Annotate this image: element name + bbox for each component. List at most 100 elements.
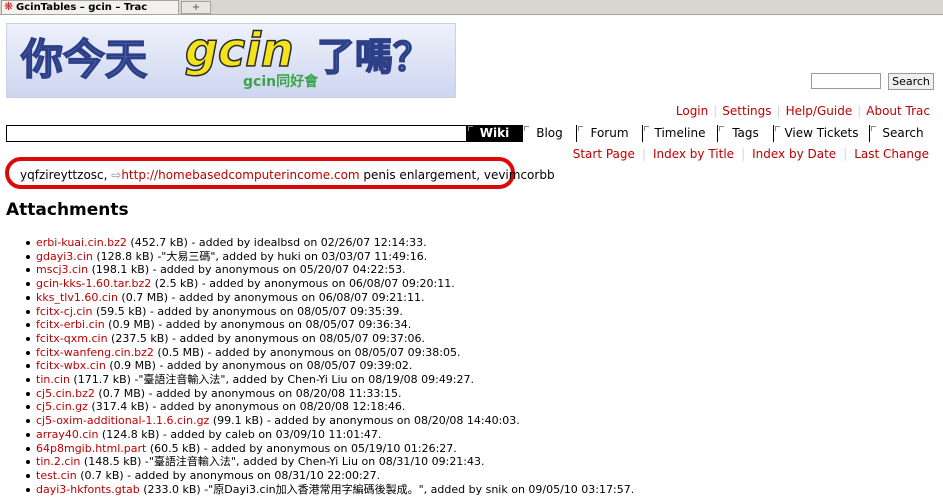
attachment-item: test.cin (0.7 kB) - added by anonymous o… — [22, 469, 922, 483]
attachment-file-link[interactable]: gcin-kks-1.60.tar.bz2 — [36, 277, 151, 290]
attachment-item: mscj3.cin (198.1 kB) - added by anonymou… — [22, 263, 922, 277]
attachment-file-link[interactable]: fcitx-cj.cin — [36, 305, 92, 318]
nav-tab-blog[interactable]: Blog — [522, 125, 576, 142]
separator: | — [776, 104, 781, 118]
attachment-file-link[interactable]: mscj3.cin — [36, 263, 88, 276]
nav-tab-tags[interactable]: Tags — [717, 125, 773, 142]
attachment-info: (128.8 kB) -"大易三碼", added by huki on 03/… — [92, 249, 428, 263]
attachment-info: (2.5 kB) - added by anonymous on 06/08/0… — [151, 277, 455, 291]
logo-text-left: 你今天 — [20, 35, 147, 84]
attachments-list: erbi-kuai.cin.bz2 (452.7 kB) - added by … — [22, 236, 922, 496]
attachment-item: fcitx-wanfeng.cin.bz2 (0.5 MB) - added b… — [22, 346, 922, 360]
attachment-file-link[interactable]: tin.2.cin — [36, 455, 80, 468]
nav-tab-wiki[interactable]: Wiki — [466, 125, 522, 142]
attachment-item: array40.cin (124.8 kB) - added by caleb … — [22, 428, 922, 442]
help-guide-link[interactable]: Help/Guide — [786, 104, 853, 118]
attachment-info: (0.7 MB) - added by anonymous on 06/08/0… — [117, 290, 425, 304]
attachment-info: (60.5 kB) - added by anonymous on 05/19/… — [146, 441, 457, 455]
attachment-file-link[interactable]: fcitx-qxm.cin — [36, 332, 108, 345]
trac-favicon-icon — [4, 0, 14, 13]
nav-tab-forum[interactable]: Forum — [576, 125, 642, 142]
attachment-file-link[interactable]: fcitx-wanfeng.cin.bz2 — [36, 346, 154, 359]
attachment-info: (0.5 MB) - added by anonymous on 08/05/0… — [153, 345, 461, 359]
nav-tab-timeline[interactable]: Timeline — [642, 125, 717, 142]
logo-graphic: 你今天 gcin gcin同好會 了嗎？ — [7, 24, 455, 97]
attachment-file-link[interactable]: cj5.cin.gz — [36, 400, 88, 413]
attachment-info: (124.8 kB) - added by caleb on 03/09/10 … — [98, 427, 382, 441]
attachment-item: cj5-oxim-additional-1.1.6.cin.gz (99.1 k… — [22, 414, 922, 428]
search-input[interactable] — [811, 73, 881, 89]
login-link[interactable]: Login — [676, 104, 708, 118]
logo-text-right: 了嗎？ — [317, 35, 431, 79]
last-change-link[interactable]: Last Change — [854, 147, 929, 161]
attachment-info: (198.1 kB) - added by anonymous on 05/20… — [88, 263, 406, 277]
attachment-item: fcitx-erbi.cin (0.9 MB) - added by anony… — [22, 318, 922, 332]
attachment-file-link[interactable]: tin.cin — [36, 373, 70, 386]
attachment-file-link[interactable]: dayi3-hkfonts.gtab — [36, 483, 140, 496]
separator: | — [641, 147, 646, 161]
index-by-date-link[interactable]: Index by Date — [752, 147, 836, 161]
attachment-info: (99.1 kB) - added by anonymous on 08/20/… — [209, 414, 520, 428]
attachment-info: (0.7 kB) - added by anonymous on 08/31/1… — [76, 468, 381, 482]
attachment-file-link[interactable]: erbi-kuai.cin.bz2 — [36, 236, 127, 249]
attachment-file-link[interactable]: fcitx-erbi.cin — [36, 318, 105, 331]
attachment-item: fcitx-cj.cin (59.5 kB) - added by anonym… — [22, 305, 922, 319]
context-nav: Start Page | Index by Title | Index by Date |… — [573, 147, 929, 161]
nav-tab-view-tickets[interactable]: View Tickets — [773, 125, 869, 142]
attachment-item: gcin-kks-1.60.tar.bz2 (2.5 kB) - added b… — [22, 277, 922, 291]
attachment-file-link[interactable]: cj5.cin.bz2 — [36, 387, 95, 400]
attachment-info: (317.4 kB) - added by anonymous on 08/20… — [87, 400, 406, 414]
attachment-item: dayi3-hkfonts.gtab (233.0 kB) -"原Dayi3.c… — [22, 483, 922, 497]
settings-link[interactable]: Settings — [722, 104, 771, 118]
attachment-item: cj5.cin.gz (317.4 kB) - added by anonymo… — [22, 400, 922, 414]
attachment-info: (452.7 kB) - added by idealbsd on 02/26/… — [126, 236, 427, 249]
wiki-text-prefix: yqfzireyttzosc, — [20, 168, 112, 182]
attachment-info: (171.7 kB) -"臺語注音輸入法", added by Chen-Yi … — [69, 373, 475, 387]
search-button[interactable]: Search — [888, 73, 934, 90]
start-page-link[interactable]: Start Page — [573, 147, 635, 161]
browser-tab-strip: GcinTables – gcin – Trac + — [0, 0, 943, 15]
separator: | — [857, 104, 862, 118]
logo-text-brand: gcin — [185, 24, 294, 77]
attachment-file-link[interactable]: fcitx-wbx.cin — [36, 359, 106, 372]
attachment-info: (237.5 kB) - added by anonymous on 08/05… — [107, 331, 426, 345]
attachment-info: (59.5 kB) - added by anonymous on 08/05/… — [92, 304, 403, 318]
attachment-info: (0.9 MB) - added by anonymous on 08/05/0… — [105, 359, 413, 373]
wiki-text-suffix: penis enlargement, vevimcorbb — [359, 168, 555, 182]
browser-tab[interactable]: GcinTables – gcin – Trac — [1, 0, 179, 14]
attachment-info: (233.0 kB) -"原Dayi3.cin加入香港常用字編碼後製成。", a… — [139, 482, 635, 496]
attachment-item: 64p8mgib.html.part (60.5 kB) - added by … — [22, 442, 922, 456]
attachment-item: tin.2.cin (148.5 kB) -"臺語注音輸入法", added b… — [22, 455, 922, 469]
attachment-item: fcitx-wbx.cin (0.9 MB) - added by anonym… — [22, 359, 922, 373]
separator: | — [713, 104, 718, 118]
attachment-item: tin.cin (171.7 kB) -"臺語注音輸入法", added by … — [22, 373, 922, 387]
nav-tab-search[interactable]: Search — [869, 125, 936, 142]
attachment-item: erbi-kuai.cin.bz2 (452.7 kB) - added by … — [22, 236, 922, 250]
site-logo[interactable]: 你今天 gcin gcin同好會 了嗎？ — [6, 23, 456, 98]
about-trac-link[interactable]: About Trac — [866, 104, 930, 118]
attachment-item: fcitx-qxm.cin (237.5 kB) - added by anon… — [22, 332, 922, 346]
new-tab-button[interactable]: + — [181, 1, 211, 14]
attachment-file-link[interactable]: test.cin — [36, 469, 77, 482]
attachment-file-link[interactable]: cj5-oxim-additional-1.1.6.cin.gz — [36, 414, 209, 427]
main-nav: Wiki Blog Forum Timeline Tags View Ticke… — [6, 125, 936, 142]
attachment-info: (0.9 MB) - added by anonymous on 08/05/0… — [104, 318, 412, 332]
separator: | — [843, 147, 848, 161]
attachment-item: kks_tlv1.60.cin (0.7 MB) - added by anon… — [22, 291, 922, 305]
attachment-info: (0.7 MB) - added by anonymous on 08/20/0… — [94, 386, 402, 400]
attachment-file-link[interactable]: gdayi3.cin — [36, 250, 93, 263]
attachment-file-link[interactable]: 64p8mgib.html.part — [36, 442, 146, 455]
external-link[interactable]: http://homebasedcomputerincome.com — [121, 168, 359, 182]
attachment-file-link[interactable]: array40.cin — [36, 428, 98, 441]
browser-tab-title: GcinTables – gcin – Trac — [16, 2, 148, 13]
attachment-item: gdayi3.cin (128.8 kB) -"大易三碼", added by … — [22, 250, 922, 264]
attachments-heading: Attachments — [6, 200, 129, 220]
attachment-file-link[interactable]: kks_tlv1.60.cin — [36, 291, 118, 304]
attachment-item: cj5.cin.bz2 (0.7 MB) - added by anonymou… — [22, 387, 922, 401]
logo-text-sub: gcin同好會 — [243, 73, 319, 90]
wiki-content: yqfzireyttzosc, ⇨http://homebasedcompute… — [20, 168, 555, 182]
index-by-title-link[interactable]: Index by Title — [653, 147, 734, 161]
meta-nav: Login | Settings | Help/Guide | About Trac — [676, 104, 930, 118]
attachment-info: (148.5 kB) -"臺語注音輸入法", added by Chen-Yi … — [80, 455, 485, 469]
external-link-icon: ⇨ — [111, 168, 122, 182]
